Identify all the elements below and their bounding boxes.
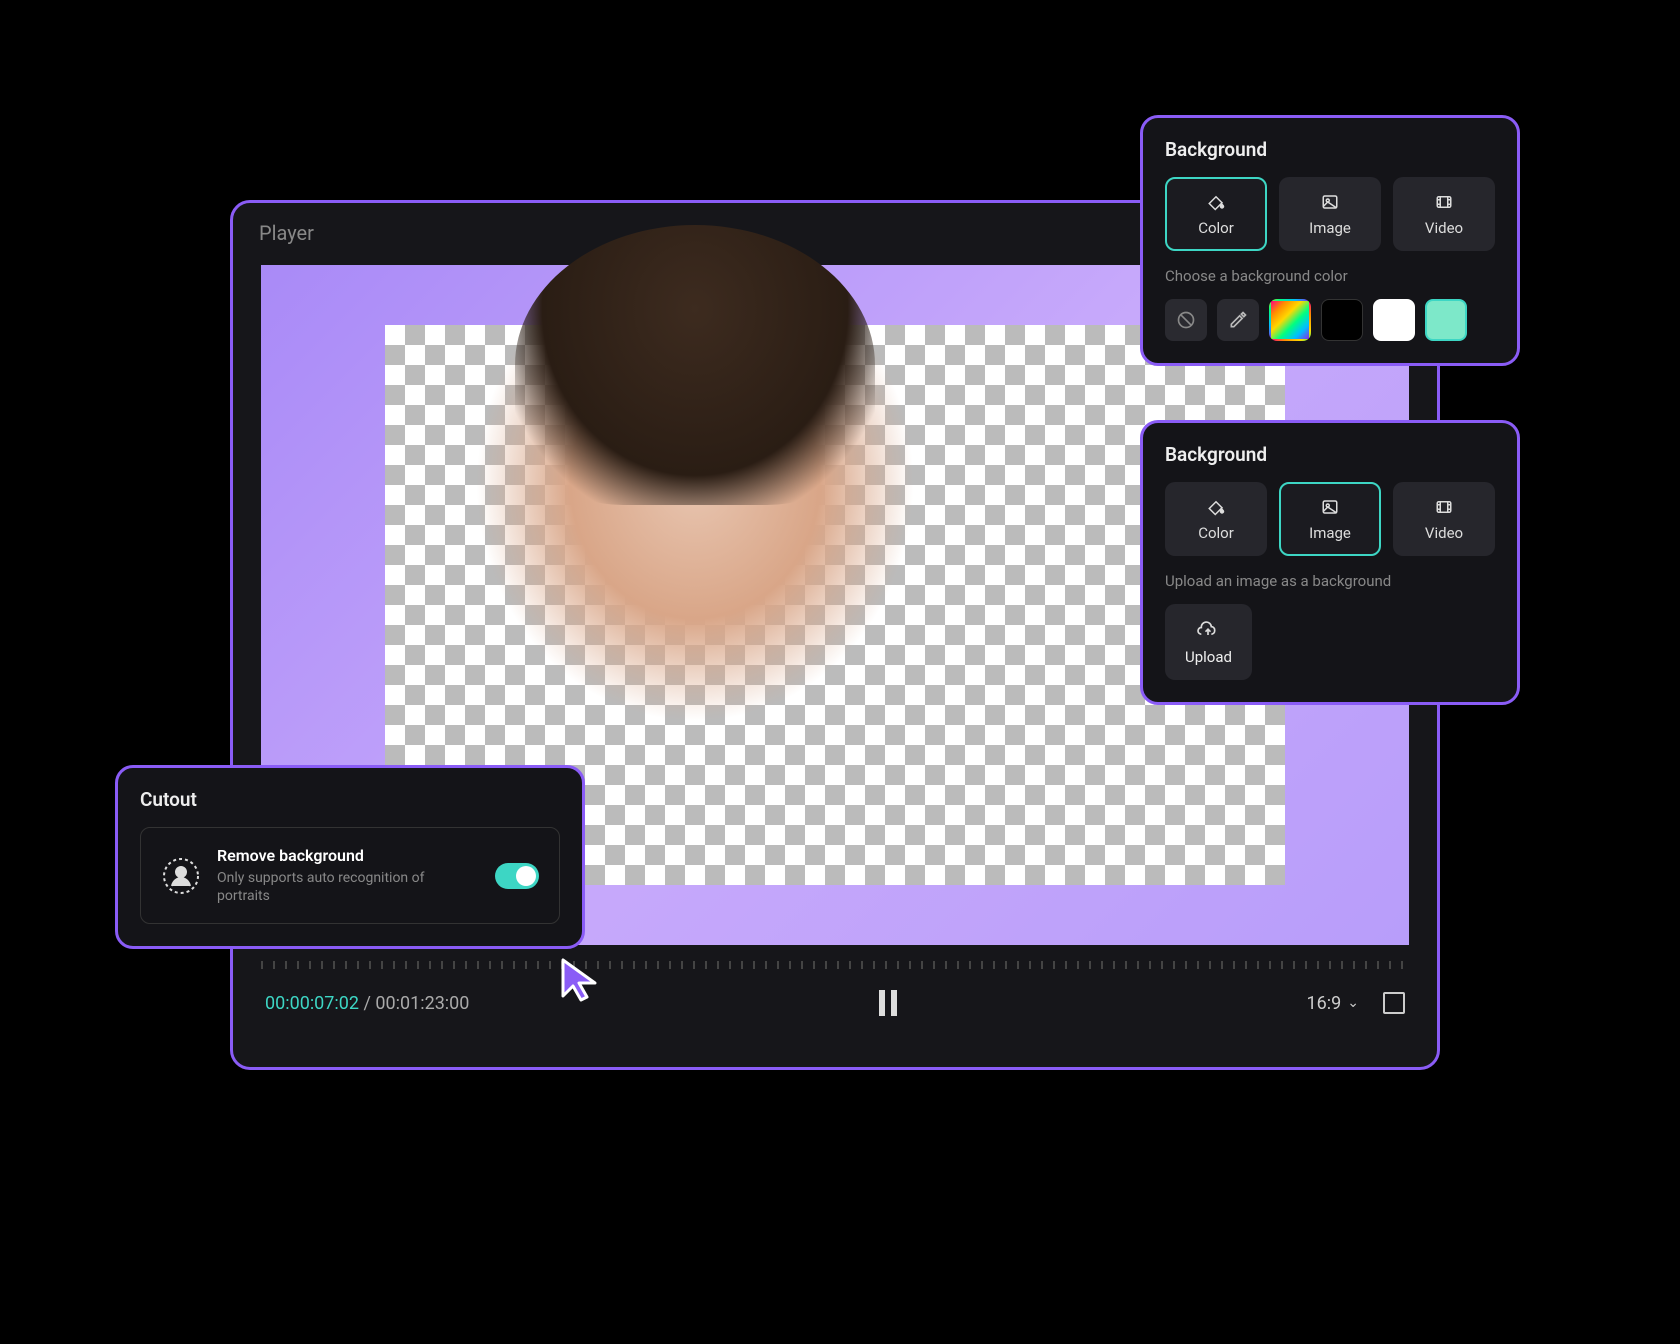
upload-button[interactable]: Upload [1165, 604, 1252, 680]
video-icon [1433, 498, 1455, 516]
background-panel-color: Background Color Image Video Choose a ba… [1140, 115, 1520, 366]
tab-video[interactable]: Video [1393, 177, 1495, 251]
chevron-down-icon: ⌄ [1347, 995, 1359, 1011]
timeline-ruler[interactable] [261, 961, 1409, 969]
no-color-icon [1176, 310, 1196, 330]
panel-title: Cutout [140, 788, 560, 811]
player-controls: 00:00:07:02 / 00:01:23:00 16:9 ⌄ [233, 969, 1437, 1037]
hint-text: Choose a background color [1165, 267, 1495, 285]
image-icon [1319, 498, 1341, 516]
swatch-white[interactable] [1373, 299, 1415, 341]
total-time: 00:01:23:00 [375, 993, 469, 1014]
panel-title: Background [1165, 443, 1495, 466]
fullscreen-icon[interactable] [1383, 992, 1405, 1014]
tab-color[interactable]: Color [1165, 177, 1267, 251]
swatch-custom[interactable] [1269, 299, 1311, 341]
swatch-black[interactable] [1321, 299, 1363, 341]
background-panel-image: Background Color Image Video Upload an i… [1140, 420, 1520, 705]
image-icon [1319, 193, 1341, 211]
tab-video[interactable]: Video [1393, 482, 1495, 556]
cursor-icon [555, 956, 603, 1004]
eyedropper-icon [1228, 310, 1248, 330]
cutout-panel: Cutout Remove background Only supports a… [115, 765, 585, 949]
option-subtitle: Only supports auto recognition of portra… [217, 869, 479, 905]
tab-color[interactable]: Color [1165, 482, 1267, 556]
tab-image[interactable]: Image [1279, 177, 1381, 251]
panel-title: Background [1165, 138, 1495, 161]
aspect-ratio-selector[interactable]: 16:9 ⌄ [1307, 993, 1359, 1014]
paint-bucket-icon [1205, 498, 1227, 516]
video-icon [1433, 193, 1455, 211]
remove-background-toggle[interactable] [495, 863, 539, 889]
option-title: Remove background [217, 846, 479, 865]
pause-button[interactable] [872, 987, 904, 1019]
swatch-eyedropper[interactable] [1217, 299, 1259, 341]
swatch-none[interactable] [1165, 299, 1207, 341]
person-cutout-icon [161, 856, 201, 896]
remove-background-row: Remove background Only supports auto rec… [140, 827, 560, 924]
swatch-mint[interactable] [1425, 299, 1467, 341]
upload-icon [1196, 620, 1220, 640]
current-time: 00:00:07:02 [265, 993, 359, 1014]
paint-bucket-icon [1205, 193, 1227, 211]
tab-image[interactable]: Image [1279, 482, 1381, 556]
time-display: 00:00:07:02 / 00:01:23:00 [265, 993, 469, 1014]
color-swatches [1165, 299, 1495, 341]
hint-text: Upload an image as a background [1165, 572, 1495, 590]
